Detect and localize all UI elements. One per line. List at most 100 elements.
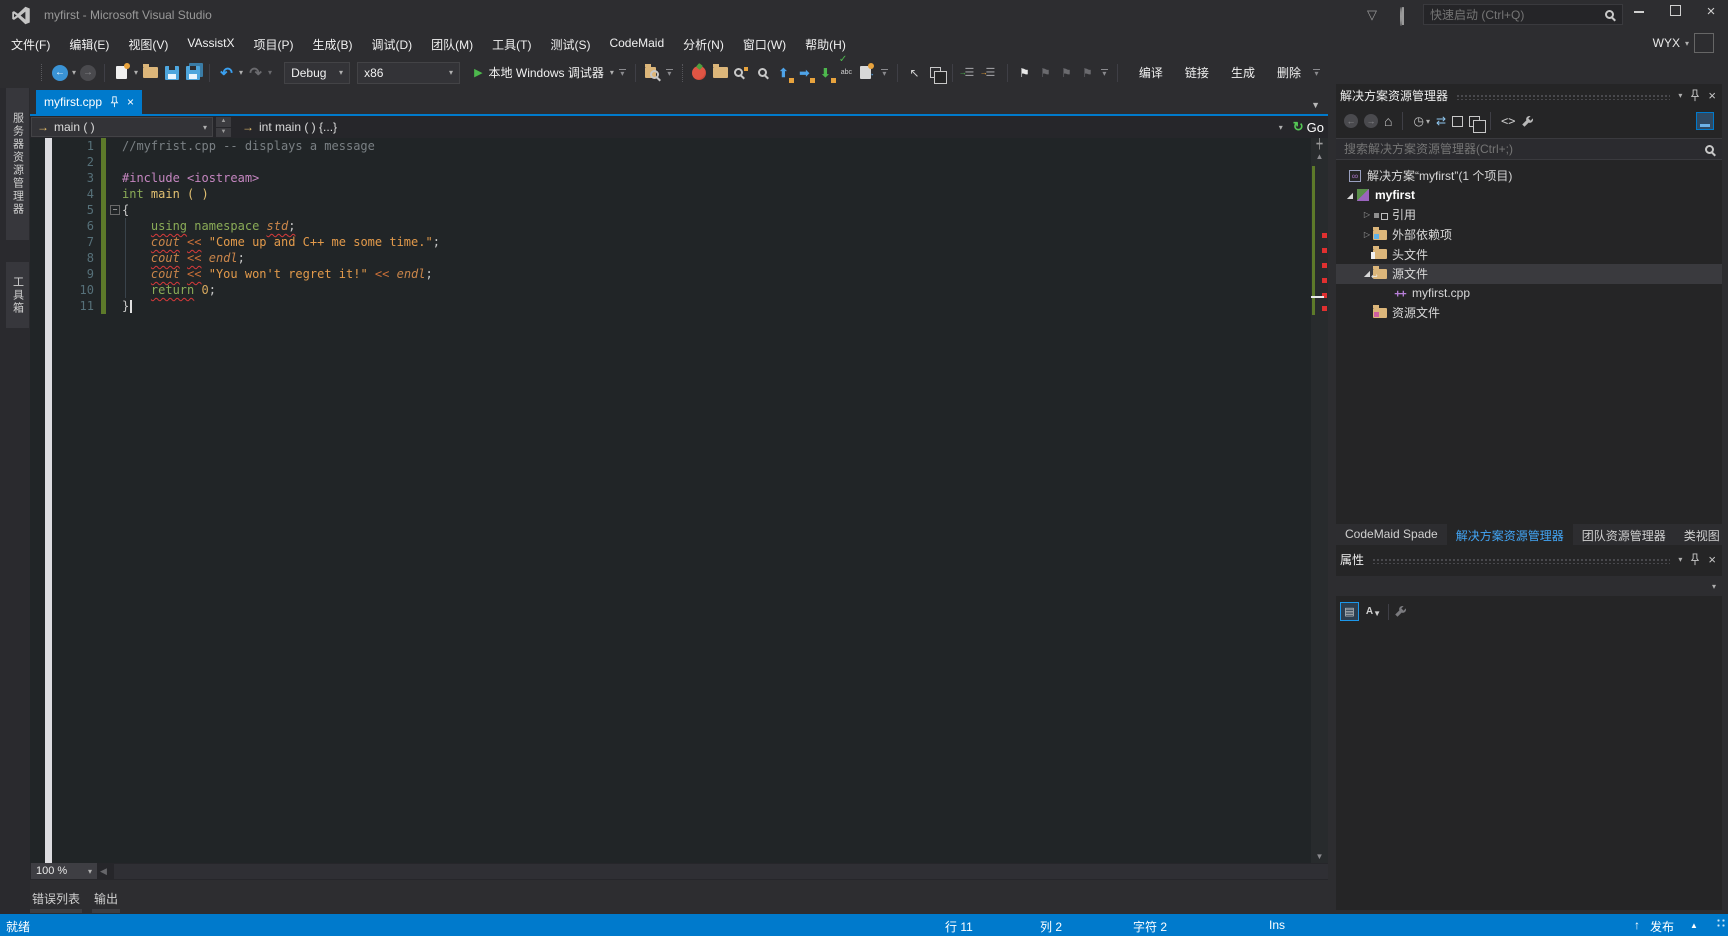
open-file-icon[interactable] [142,63,159,83]
properties-object-combo[interactable]: ▾ [1336,576,1722,596]
menu-item-6[interactable]: 调试(D) [363,32,420,57]
tree-item-7[interactable]: 资源文件 [1336,303,1722,323]
alphabetical-sort-icon[interactable]: A ▼ [1364,602,1383,621]
publish-button[interactable]: 发布 [1650,918,1674,935]
solution-platform-combo[interactable]: x86 ▾ [357,61,461,84]
close-button[interactable]: × [1694,0,1728,26]
panel-tab-1[interactable]: 解决方案资源管理器 [1446,524,1573,545]
toolbar-overflow[interactable]: ▾ [665,69,674,78]
menu-item-0[interactable]: 文件(F) [3,32,58,57]
increase-indent-icon[interactable]: ☰ [980,63,999,83]
selection-margin[interactable] [45,138,52,863]
scroll-left-icon[interactable]: ◀ [100,866,107,877]
decrease-indent-icon[interactable]: ☰ [959,63,978,83]
tree-item-0[interactable]: ∞ 解决方案“myfirst”(1 个项目) [1336,166,1722,186]
properties-header[interactable]: 属性 ▾ × [1336,548,1722,570]
show-all-files-icon[interactable] [1469,115,1487,133]
property-pages-wrench-icon[interactable] [1394,605,1407,618]
scroll-down-icon[interactable]: ▼ [1311,852,1328,861]
find-symbol-icon[interactable] [733,63,750,83]
clear-bookmarks-icon[interactable]: ⚑ [1079,63,1096,83]
vassistx-go-button[interactable]: ↻ Go [1293,119,1324,135]
previous-bookmark-icon[interactable]: ⚑ [1037,63,1054,83]
menu-item-10[interactable]: CodeMaid [601,32,672,57]
panel-tab-2[interactable]: 团队资源管理器 [1573,524,1675,545]
solution-configuration-combo[interactable]: Debug ▾ [284,61,351,84]
new-file-icon[interactable] [113,63,131,83]
toolbar-overflow[interactable]: ▾ [618,69,627,78]
solution-search-input[interactable] [1344,142,1705,156]
navigate-to-cursor-icon[interactable]: ↖ [906,63,923,83]
toolbar-grip[interactable] [41,64,45,81]
menu-item-5[interactable]: 生成(B) [304,32,360,57]
close-icon[interactable]: × [1708,552,1716,567]
save-all-icon[interactable] [184,63,201,83]
find-in-files-icon[interactable] [644,63,661,83]
zoom-level-combo[interactable]: 100 % ▾ [31,863,97,879]
splitter-grip-icon[interactable]: ┿ [1311,139,1328,151]
toolbar-text-button-0[interactable]: 编译 [1132,61,1170,84]
expander-expanded-icon[interactable]: ◢ [1344,191,1356,200]
preview-selected-items-toggle[interactable] [1696,112,1714,130]
navigate-back-dropdown[interactable]: ▾ [72,68,76,77]
scope-spinner[interactable]: ▲ ▼ [216,117,231,137]
user-account[interactable]: WYX ▾ [1653,33,1714,53]
rail-tab-1[interactable]: 工具箱 [6,262,29,328]
minimize-button[interactable] [1622,0,1656,26]
redo-icon[interactable]: ↷ [247,63,264,83]
scroll-up-icon[interactable]: ▲ [1311,152,1328,161]
code-editor[interactable]: 1 //myfrist.cpp -- displays a message 2 3 #i… [30,138,1328,863]
tree-item-3[interactable]: ▷ 外部依赖项 [1336,225,1722,245]
vassistx-paste-icon[interactable]: ⬇ [817,63,836,83]
pending-changes-filter-icon[interactable]: ◷ ▾ [1413,114,1430,128]
avatar[interactable] [1694,33,1714,53]
collapse-region-icon[interactable]: − [110,205,120,215]
home-icon[interactable]: ⌂ [1384,113,1392,129]
vassistx-goto-implementation-icon[interactable]: ➡ [796,63,815,83]
window-position-dropdown-icon[interactable]: ▾ [1678,555,1682,564]
categorized-icon[interactable]: ▤ [1340,602,1359,621]
menu-item-11[interactable]: 分析(N) [675,32,732,57]
publish-expand-icon[interactable]: ▲ [1690,921,1698,930]
toggle-bookmark-icon[interactable]: ⚑ [1016,63,1033,83]
menu-item-1[interactable]: 编辑(E) [61,32,117,57]
pin-icon[interactable] [110,96,119,108]
member-dropdown[interactable]: → int main ( ) {...} ▾ [237,120,1293,134]
menu-item-12[interactable]: 窗口(W) [735,32,794,57]
menu-item-3[interactable]: VAssistX [179,32,242,57]
toolbar-overflow[interactable]: ▾ [1312,69,1321,78]
expander-collapsed-icon[interactable]: ▷ [1361,230,1373,239]
close-icon[interactable]: × [1708,88,1716,103]
next-bookmark-icon[interactable]: ⚑ [1058,63,1075,83]
menu-item-8[interactable]: 工具(T) [484,32,539,57]
resize-grip[interactable] [1716,918,1726,928]
open-corresponding-file-icon[interactable]: → [859,63,876,83]
forward-icon[interactable]: → [1364,114,1378,128]
codemaid-cleanup-icon[interactable] [691,63,708,83]
tree-item-5[interactable]: ◢源文件 [1336,263,1722,284]
menu-item-4[interactable]: 项目(P) [245,32,301,57]
tree-item-1[interactable]: ◢ myfirst [1336,186,1722,206]
output-tab-1[interactable]: 输出 [92,888,121,913]
undo-dropdown[interactable]: ▾ [239,68,243,77]
toolbar-overflow[interactable]: ▾ [1100,69,1109,78]
open-containing-folder-icon[interactable] [712,63,729,83]
expander-collapsed-icon[interactable]: ▷ [1361,210,1373,219]
solution-explorer-search[interactable] [1336,138,1722,160]
toolbar-text-button-3[interactable]: 删除 [1270,61,1308,84]
tree-item-6[interactable]: ++ myfirst.cpp [1336,284,1722,304]
menu-item-7[interactable]: 团队(M) [423,32,481,57]
toolbar-overflow[interactable]: ▾ [880,69,889,78]
quick-launch-box[interactable] [1423,4,1623,25]
scope-dropdown[interactable]: → main ( ) ▾ [31,117,213,137]
view-code-icon[interactable]: <> [1501,114,1515,128]
tab-myfirst-cpp[interactable]: myfirst.cpp × [36,90,143,114]
menu-item-9[interactable]: 测试(S) [542,32,598,57]
tree-item-4[interactable]: 头文件 [1336,244,1722,264]
start-debug-dropdown[interactable]: ▾ [610,68,614,77]
sync-with-active-document-icon[interactable]: ⇄ [1436,114,1446,128]
save-icon[interactable] [163,63,180,83]
tree-item-2[interactable]: ▷ 引用 [1336,205,1722,225]
back-icon[interactable]: ← [1344,114,1358,128]
quick-launch-input[interactable] [1424,7,1605,22]
